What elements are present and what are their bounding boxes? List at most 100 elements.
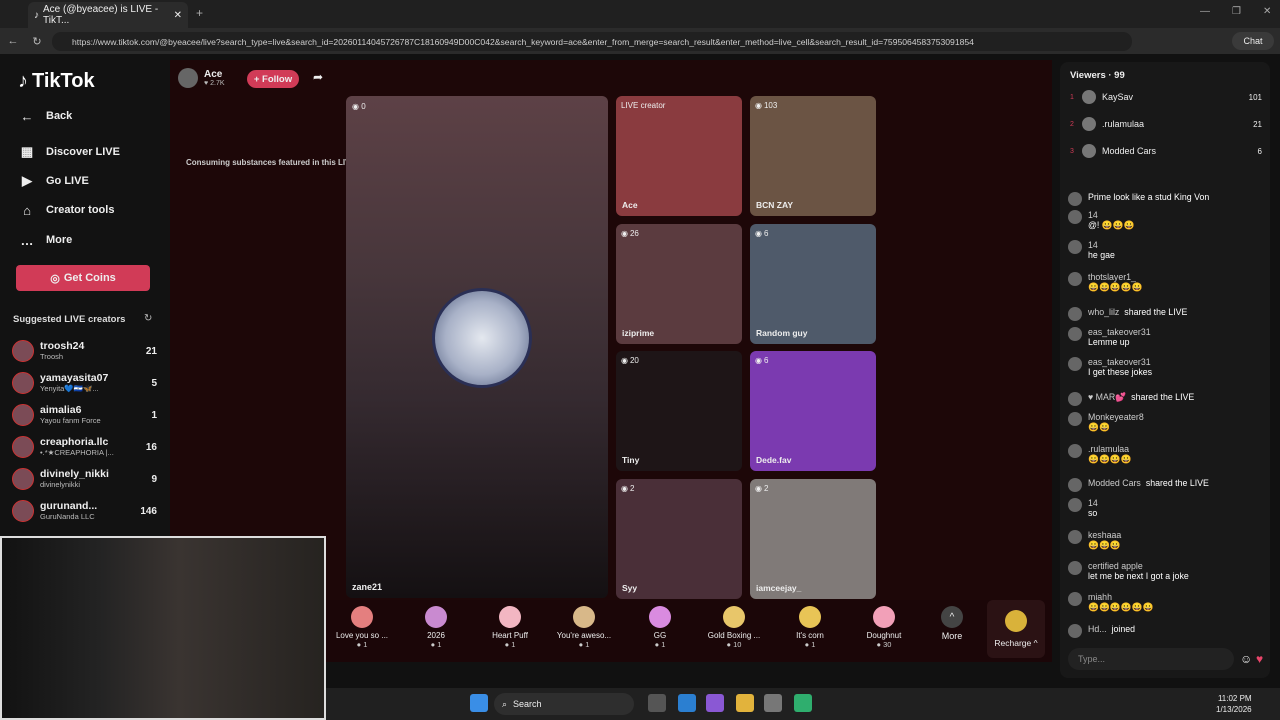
gift-icon: [723, 606, 745, 628]
chat-message: ♥ MAR💕 shared the LIVE: [1068, 392, 1264, 406]
viewer-row[interactable]: 1 KaySav 101: [1070, 88, 1262, 106]
gift-item[interactable]: You're aweso... ● 1: [548, 606, 620, 656]
new-tab-icon[interactable]: +: [196, 6, 203, 20]
minimize-icon[interactable]: —: [1200, 6, 1210, 17]
avatar: [12, 436, 34, 458]
heart-icon[interactable]: ♥: [1256, 652, 1263, 666]
chat-button[interactable]: Chat: [1232, 32, 1274, 50]
avatar: [1082, 90, 1096, 104]
viewer-count: ◉ 0: [352, 102, 366, 111]
guest-tile[interactable]: ◉ 2 Syy: [616, 479, 742, 599]
main-video[interactable]: ◉ 0 zane21: [346, 96, 608, 598]
chat-message: who_lilz shared the LIVE: [1068, 307, 1264, 321]
chat-message: keshaaa 😀😀😀: [1068, 530, 1264, 551]
nav-back[interactable]: ← Back: [18, 103, 163, 129]
guest-tile[interactable]: ◉ 6 Random guy: [750, 224, 876, 344]
window-controls: — ❐ ✕: [1200, 6, 1271, 17]
avatar: [12, 500, 34, 522]
gift-icon: [351, 606, 373, 628]
clock[interactable]: 11:02 PM 1/13/2026: [1216, 693, 1252, 715]
avatar: [1068, 624, 1082, 638]
host-likes: ♥ 2.7K: [204, 80, 225, 87]
avatar: [178, 68, 198, 88]
avatar: [1068, 192, 1082, 206]
tiktok-logo[interactable]: ♪ TikTok: [18, 70, 95, 93]
taskbar: ⌕ Search 11:02 PM 1/13/2026: [326, 688, 1280, 720]
url-bar[interactable]: https://www.tiktok.com/@byeacee/live?sea…: [52, 32, 1132, 51]
gift-icon: [799, 606, 821, 628]
gifts-more-button[interactable]: ^ More: [916, 606, 988, 656]
guest-tile[interactable]: ◉ 20 Tiny: [616, 351, 742, 471]
avatar: [432, 288, 532, 388]
gift-icon: [425, 606, 447, 628]
viewer-row[interactable]: 3 Modded Cars 6: [1070, 142, 1262, 160]
nav-go-live[interactable]: ▶ Go LIVE: [18, 168, 163, 194]
close-window-icon[interactable]: ✕: [1263, 6, 1271, 17]
avatar: [12, 372, 34, 394]
gift-item[interactable]: GG ● 1: [624, 606, 696, 656]
guest-tile[interactable]: LIVE creator Ace: [616, 96, 742, 216]
creator-item[interactable]: troosh24 Troosh 21: [12, 336, 157, 366]
windows-start-icon[interactable]: [470, 694, 488, 712]
guest-name: zane21: [352, 582, 383, 592]
refresh-suggestions-icon[interactable]: ↻: [144, 313, 152, 324]
creator-item[interactable]: aimalia6 Yayou fanm Force 1: [12, 400, 157, 430]
viewers-title: Viewers · 99: [1070, 70, 1125, 81]
browser-tab-bar: ♪ Ace (@byeacee) is LIVE - TikT... ✕ + —…: [0, 0, 1280, 28]
avatar: [12, 340, 34, 362]
camera-icon: ▶: [22, 173, 32, 188]
chat-message: certified apple let me be next I got a jo…: [1068, 561, 1264, 581]
guest-tile[interactable]: ◉ 103 BCN ZAY: [750, 96, 876, 216]
creator-item[interactable]: yamayasita07 Yenyita💙🇸🇻🦋... 5: [12, 368, 157, 398]
app-icon[interactable]: [794, 694, 812, 712]
guest-tile[interactable]: ◉ 2 iamceejay_: [750, 479, 876, 599]
gift-item[interactable]: Heart Puff ● 1: [474, 606, 546, 656]
back-arrow-icon[interactable]: ←: [6, 34, 20, 48]
emoji-icon[interactable]: ☺: [1240, 652, 1252, 666]
chat-message: Monkeyeater8 😀😀: [1068, 412, 1264, 433]
close-tab-icon[interactable]: ✕: [174, 10, 182, 21]
browser-tab[interactable]: ♪ Ace (@byeacee) is LIVE - TikT... ✕: [28, 2, 188, 28]
sidebar: ♪ TikTok ← Back ▦ Discover LIVE ▶ Go LIVE ⌂ C…: [0, 54, 170, 544]
back-icon: ←: [20, 108, 34, 124]
restore-icon[interactable]: ❐: [1232, 6, 1241, 17]
follow-button[interactable]: + Follow: [247, 70, 299, 88]
gift-icon: [573, 606, 595, 628]
task-view-icon[interactable]: [648, 694, 666, 712]
calendar-icon: ▦: [20, 144, 34, 159]
gift-item[interactable]: 2026 ● 1: [400, 606, 472, 656]
copilot-icon[interactable]: [706, 694, 724, 712]
chat-message: .rulamulaa 😀😀😀😀: [1068, 444, 1264, 465]
settings-icon[interactable]: [764, 694, 782, 712]
chat-message: Hd... joined: [1068, 624, 1264, 638]
nav-creator-tools[interactable]: ⌂ Creator tools: [18, 197, 163, 223]
gift-item[interactable]: Gold Boxing ... ● 10: [698, 606, 770, 656]
guest-tile[interactable]: ◉ 26 iziprime: [616, 224, 742, 344]
avatar: [1082, 117, 1096, 131]
recharge-button[interactable]: Recharge ^: [987, 600, 1045, 658]
get-coins-button[interactable]: ◎ Get Coins: [16, 265, 150, 291]
gift-item[interactable]: Love you so ... ● 1: [326, 606, 398, 656]
edge-icon[interactable]: [678, 694, 696, 712]
chat-message: thotslayer1_ 😀😀😀😀😀: [1068, 272, 1264, 293]
lightbulb-icon: ⌂: [23, 202, 31, 218]
gift-item[interactable]: It's corn ● 1: [774, 606, 846, 656]
gift-item[interactable]: Doughnut ● 30: [848, 606, 920, 656]
nav-more[interactable]: … More: [18, 227, 163, 253]
guest-tile[interactable]: ◉ 6 Dede.fav: [750, 351, 876, 471]
taskbar-search[interactable]: ⌕ Search: [494, 693, 634, 715]
creator-item[interactable]: divinely_nikki divinelynikki 9: [12, 464, 157, 494]
chat-input[interactable]: Type...: [1068, 648, 1234, 670]
creator-item[interactable]: creaphoria.llc •.*★CREAPHORIA |... 16: [12, 432, 157, 462]
refresh-icon[interactable]: ↻: [30, 34, 44, 48]
avatar: [1068, 592, 1082, 606]
nav-discover-live[interactable]: ▦ Discover LIVE: [18, 139, 163, 165]
share-icon[interactable]: ➦: [313, 70, 323, 84]
creator-item[interactable]: gurunand... GuruNanda LLC 146: [12, 496, 157, 526]
file-explorer-icon[interactable]: [736, 694, 754, 712]
host-info[interactable]: Ace ♥ 2.7K: [178, 68, 225, 88]
viewer-row[interactable]: 2 .rulamulaa 21: [1070, 115, 1262, 133]
avatar: [1068, 478, 1082, 492]
avatar: [1068, 327, 1082, 341]
avatar: [1068, 307, 1082, 321]
